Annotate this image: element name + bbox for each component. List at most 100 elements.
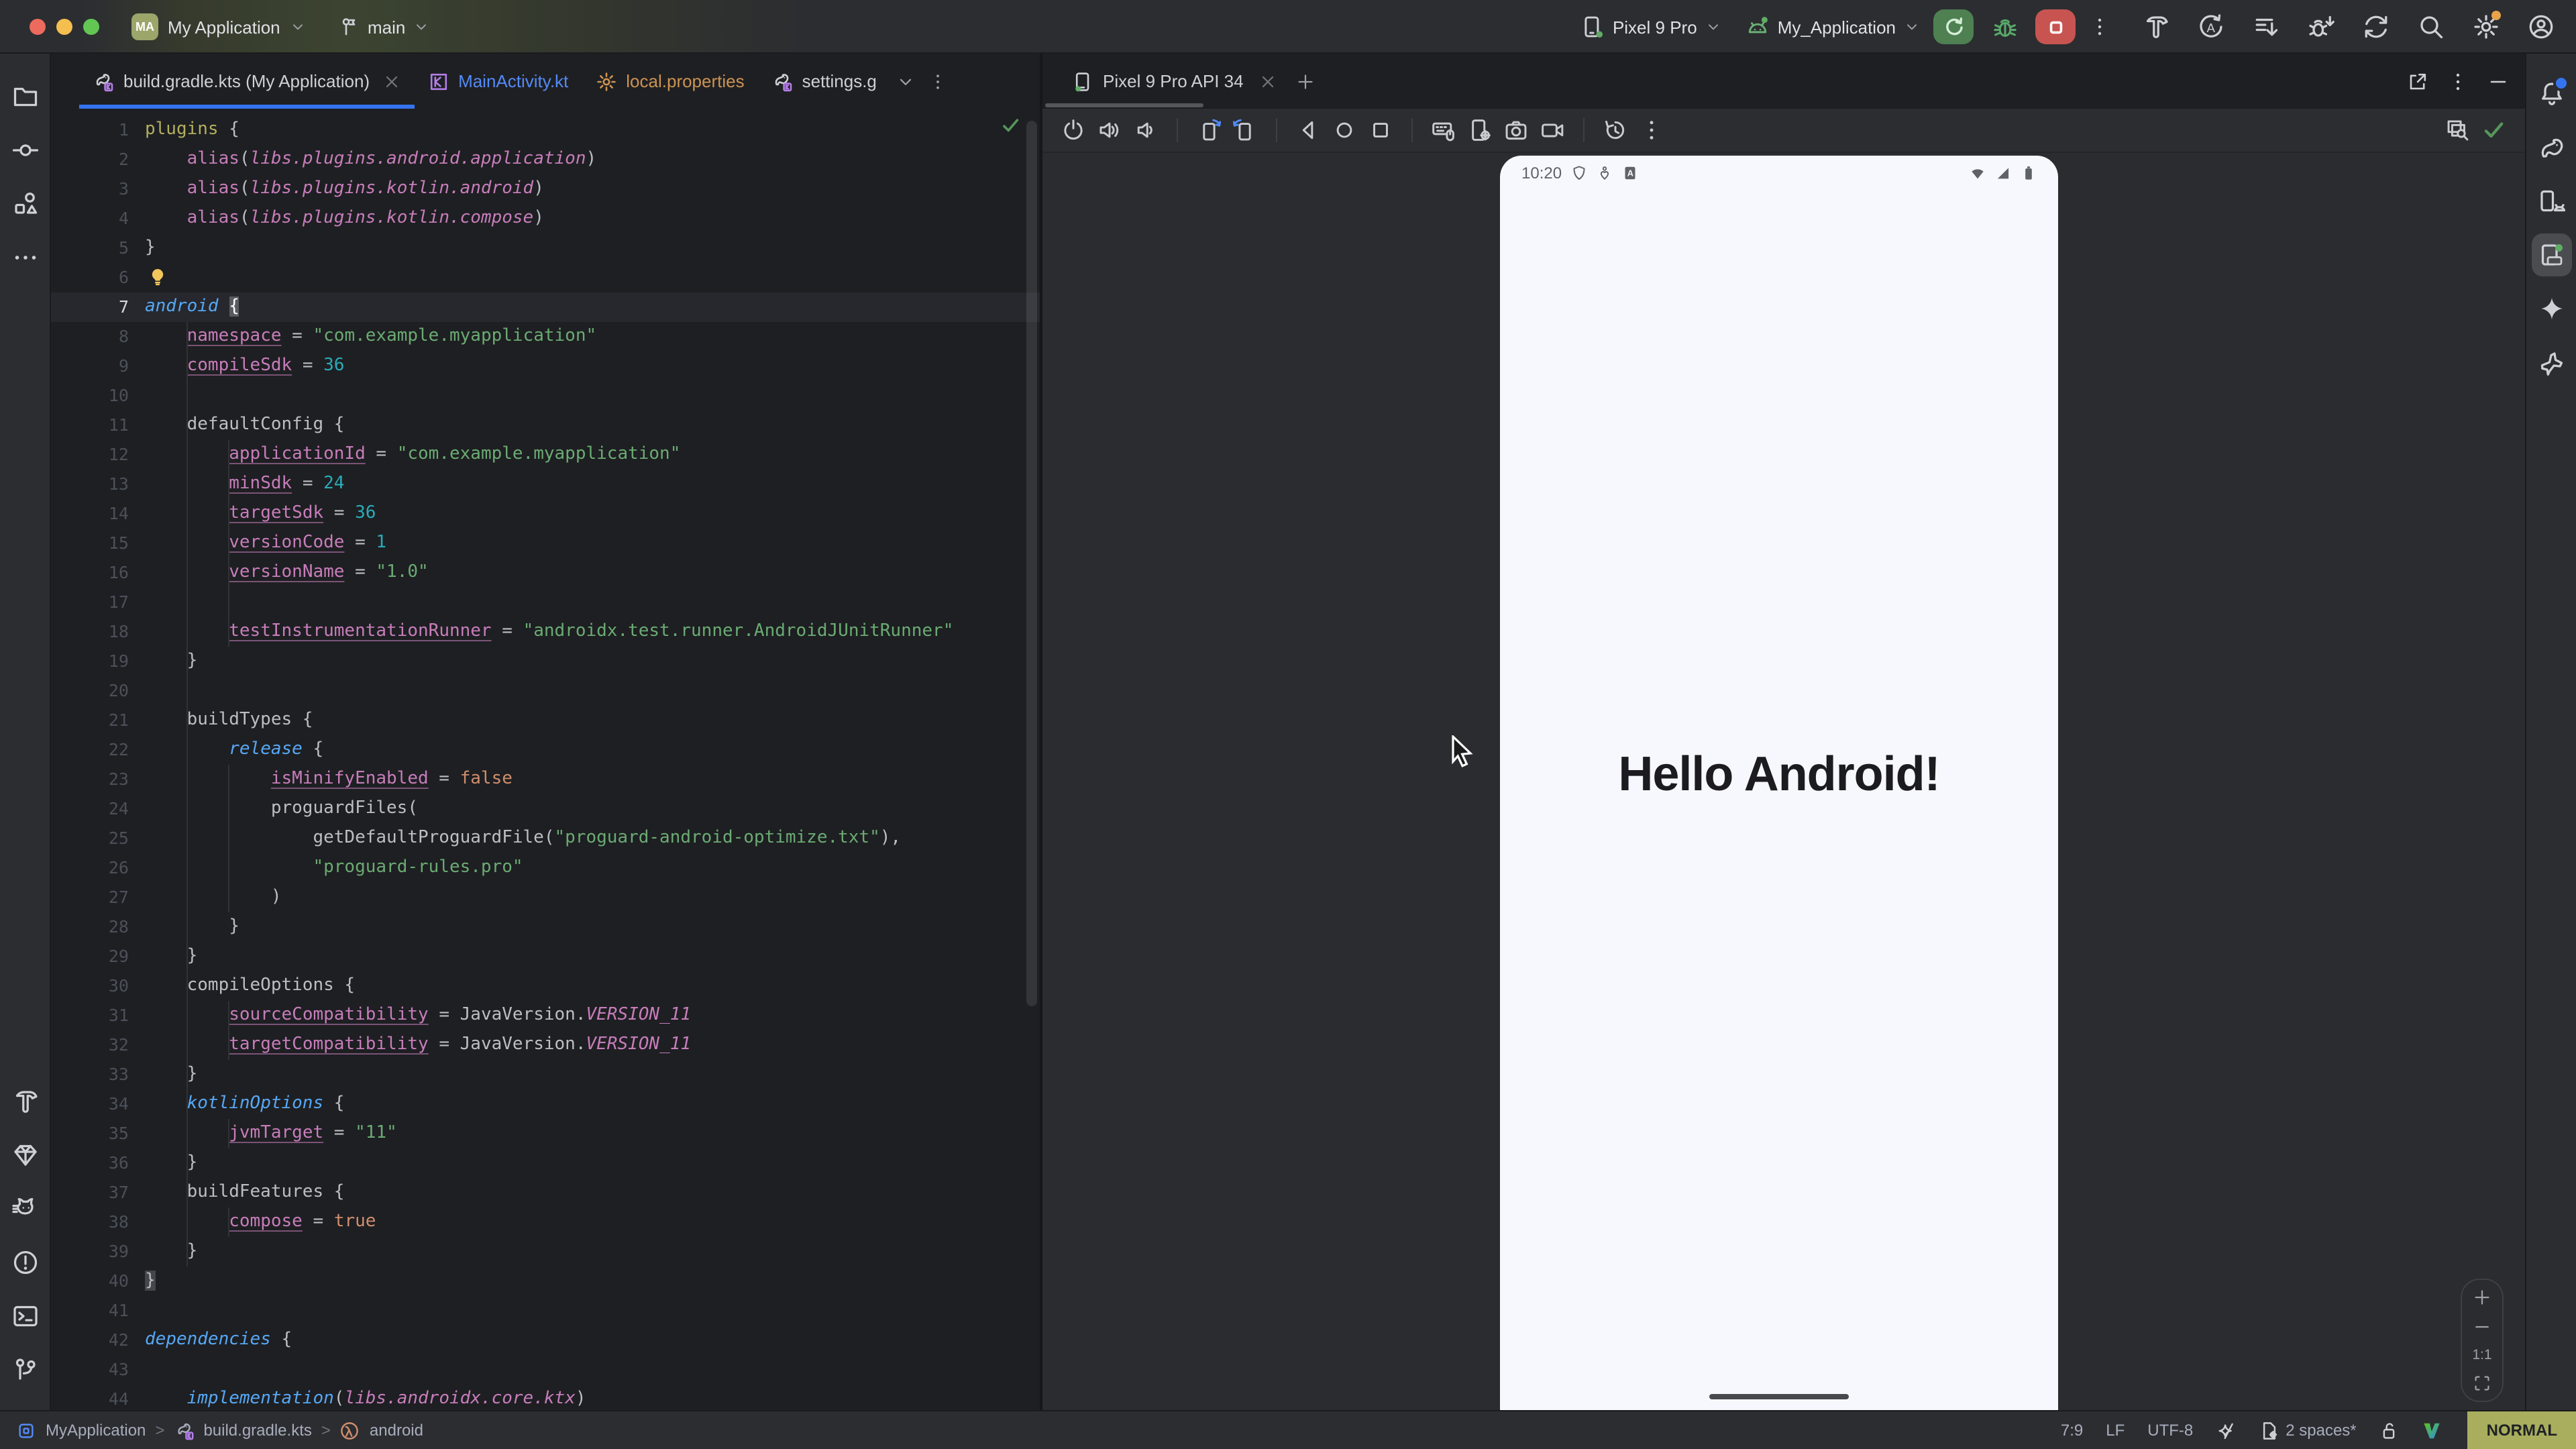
debug-button[interactable]	[1987, 9, 2022, 44]
project-widget[interactable]: MA My Application	[131, 0, 306, 54]
emulator-screen[interactable]: 10:20 A Hello Android!	[1500, 156, 2058, 1410]
inspections-ok-icon[interactable]	[1001, 115, 1021, 136]
tool-stripe-commit[interactable]	[5, 123, 45, 177]
code-line-43[interactable]: 43	[51, 1355, 1040, 1385]
tab-options-menu[interactable]	[922, 54, 955, 109]
code-line-2[interactable]: 2 alias(libs.plugins.android.application…	[51, 145, 1040, 174]
close-icon[interactable]	[1258, 72, 1277, 91]
code-line-39[interactable]: 39 }	[51, 1237, 1040, 1267]
zoom-in-button[interactable]	[2473, 1288, 2491, 1307]
nav-recents-button[interactable]	[1368, 118, 1393, 142]
code-line-4[interactable]: 4 alias(libs.plugins.kotlin.compose)	[51, 204, 1040, 233]
code-line-37[interactable]: 37 buildFeatures {	[51, 1178, 1040, 1208]
code-line-33[interactable]: 33 }	[51, 1060, 1040, 1089]
code-line-11[interactable]: 11 defaultConfig {	[51, 411, 1040, 440]
tool-stripe-project-folder[interactable]	[5, 70, 45, 123]
apply-code-changes-icon[interactable]	[2253, 13, 2279, 40]
code-line-30[interactable]: 30 compileOptions {	[51, 971, 1040, 1001]
code-line-12[interactable]: 12 applicationId = "com.example.myapplic…	[51, 440, 1040, 470]
tool-stripe-plane[interactable]	[2531, 335, 2571, 389]
tool-stripe-build-hammer[interactable]	[5, 1075, 45, 1128]
code-line-13[interactable]: 13 minSdk = 24	[51, 470, 1040, 499]
maximize-window-button[interactable]	[83, 19, 99, 35]
fit-screen-button[interactable]	[2473, 1374, 2491, 1393]
ai-assistant-off-icon[interactable]	[2216, 1420, 2236, 1440]
code-line-44[interactable]: 44 implementation(libs.androidx.core.ktx…	[51, 1385, 1040, 1410]
breadcrumb-file[interactable]: build.gradle.kts	[203, 1421, 311, 1440]
more-run-options-button[interactable]	[2089, 15, 2110, 39]
device-settings-button[interactable]	[1468, 118, 1492, 142]
code-line-6[interactable]: 6	[51, 263, 1040, 292]
zoom-out-button[interactable]	[2473, 1318, 2491, 1336]
sync-project-icon[interactable]	[2363, 13, 2390, 40]
code-line-10[interactable]: 10	[51, 381, 1040, 411]
code-line-14[interactable]: 14 targetSdk = 36	[51, 499, 1040, 529]
check-ok-button[interactable]	[2482, 118, 2506, 142]
code-line-28[interactable]: 28 }	[51, 912, 1040, 942]
volume-down-button[interactable]	[1134, 118, 1158, 142]
volume-up-button[interactable]	[1097, 118, 1122, 142]
zoom-actual-button[interactable]: 1:1	[2472, 1347, 2491, 1363]
build-hammer-icon[interactable]	[2143, 13, 2169, 40]
open-in-new-window-button[interactable]	[2407, 70, 2428, 92]
rerun-button[interactable]	[1933, 9, 1974, 44]
minimize-window-button[interactable]	[56, 19, 72, 35]
code-line-35[interactable]: 35 jvmTarget = "11"	[51, 1119, 1040, 1148]
code-line-31[interactable]: 31 sourceCompatibility = JavaVersion.VER…	[51, 1001, 1040, 1030]
code-line-25[interactable]: 25 getDefaultProguardFile("proguard-andr…	[51, 824, 1040, 853]
tool-stripe-resource-manager[interactable]	[5, 177, 45, 231]
hidden-tabs-chevron[interactable]	[890, 54, 922, 109]
screenshot-camera-button[interactable]	[1504, 118, 1528, 142]
tool-stripe-notifications-bell[interactable]	[2531, 67, 2571, 121]
stop-button[interactable]	[2035, 9, 2076, 44]
code-line-40[interactable]: 40}	[51, 1267, 1040, 1296]
screen-record-button[interactable]	[1540, 118, 1564, 142]
breadcrumb-element[interactable]: android	[370, 1421, 423, 1440]
tool-stripe-running-devices[interactable]	[2531, 233, 2571, 276]
code-line-1[interactable]: 1plugins {	[51, 115, 1040, 145]
code-line-5[interactable]: 5}	[51, 233, 1040, 263]
tool-stripe-gemini-sparkle[interactable]	[2531, 282, 2571, 335]
code-line-32[interactable]: 32 targetCompatibility = JavaVersion.VER…	[51, 1030, 1040, 1060]
more-vertical-button[interactable]	[2447, 70, 2469, 92]
code-line-38[interactable]: 38 compose = true	[51, 1208, 1040, 1237]
lock-open-icon[interactable]	[2379, 1420, 2400, 1440]
code-line-42[interactable]: 42dependencies {	[51, 1326, 1040, 1355]
caret-position-widget[interactable]: 7:9	[2061, 1421, 2083, 1440]
close-icon[interactable]	[382, 72, 400, 91]
code-line-18[interactable]: 18 testInstrumentationRunner = "androidx…	[51, 617, 1040, 647]
search-icon[interactable]	[2418, 13, 2445, 40]
vim-mode-badge[interactable]: NORMAL	[2468, 1411, 2576, 1449]
vim-icon[interactable]	[2422, 1420, 2443, 1440]
nav-home-button[interactable]	[1332, 118, 1356, 142]
tool-stripe-device-manager[interactable]	[2531, 174, 2571, 228]
tool-stripe-gradle-elephant[interactable]	[2531, 121, 2571, 174]
tool-stripe-logcat-cat[interactable]	[5, 1182, 45, 1236]
close-window-button[interactable]	[30, 19, 46, 35]
layout-inspect-button[interactable]	[2446, 118, 2470, 142]
line-separator-widget[interactable]: LF	[2106, 1421, 2125, 1440]
code-line-3[interactable]: 3 alias(libs.plugins.kotlin.android)	[51, 174, 1040, 204]
code-line-36[interactable]: 36 }	[51, 1148, 1040, 1178]
tool-stripe-app-inspection-gem[interactable]	[5, 1128, 45, 1182]
settings-gear-icon[interactable]	[2473, 13, 2500, 40]
add-device-tab-button[interactable]	[1288, 64, 1323, 99]
reset-view-button[interactable]	[1603, 118, 1627, 142]
vcs-branch-widget[interactable]: main	[338, 0, 429, 54]
code-line-19[interactable]: 19 }	[51, 647, 1040, 676]
attach-debugger-icon[interactable]	[2308, 13, 2334, 40]
tool-stripe-problems[interactable]	[5, 1236, 45, 1289]
code-line-26[interactable]: 26 "proguard-rules.pro"	[51, 853, 1040, 883]
code-line-23[interactable]: 23 isMinifyEnabled = false	[51, 765, 1040, 794]
code-line-24[interactable]: 24 proguardFiles(	[51, 794, 1040, 824]
code-line-41[interactable]: 41	[51, 1296, 1040, 1326]
tool-stripe-terminal[interactable]	[5, 1289, 45, 1343]
device-selector[interactable]: Pixel 9 Pro	[1580, 15, 1721, 39]
editor-scrollbar[interactable]	[1026, 121, 1037, 1006]
profile-icon[interactable]	[2528, 13, 2555, 40]
tool-stripe-version-control-branch[interactable]	[5, 1343, 45, 1397]
intention-bulb-icon[interactable]	[148, 267, 168, 287]
code-line-21[interactable]: 21 buildTypes {	[51, 706, 1040, 735]
code-editor[interactable]: 1plugins {2 alias(libs.plugins.android.a…	[51, 109, 1040, 1410]
navigation-pill[interactable]	[1709, 1394, 1849, 1399]
